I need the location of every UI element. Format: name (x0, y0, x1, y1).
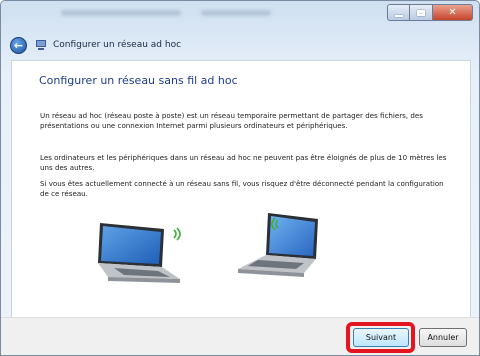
next-button-highlight (346, 322, 415, 353)
maximize-button[interactable] (410, 4, 433, 21)
wizard-title: Configurer un réseau ad hoc (53, 40, 182, 50)
navigation-bar: ← Configurer un réseau ad hoc (1, 31, 479, 59)
wizard-window: ✕ ← Configurer un réseau ad hoc Configur… (0, 0, 480, 356)
cancel-button[interactable]: Annuler (419, 328, 467, 347)
back-arrow-icon: ← (13, 38, 24, 52)
minimize-button[interactable] (387, 4, 410, 21)
wifi-signal-right-icon (271, 217, 279, 231)
window-controls: ✕ (387, 4, 473, 21)
close-icon: ✕ (448, 7, 457, 18)
close-button[interactable]: ✕ (433, 4, 473, 21)
content-panel: Configurer un réseau sans fil ad hoc Un … (11, 60, 471, 318)
description-paragraph: Un réseau ad hoc (réseau poste à poste) … (40, 111, 423, 131)
laptop-right-illustration (238, 213, 318, 277)
disconnect-warning-paragraph: Si vous êtes actuellement connecté à un … (40, 179, 444, 199)
network-icon (35, 39, 47, 51)
blurred-background-text (61, 10, 181, 16)
back-button[interactable]: ← (10, 36, 27, 54)
minimize-icon (394, 14, 403, 17)
distance-paragraph: Les ordinateurs et les périphériques dan… (40, 153, 447, 173)
title-bar[interactable]: ✕ (1, 1, 479, 31)
maximize-icon (417, 9, 425, 16)
blurred-background-text (201, 10, 271, 16)
wifi-signal-left-icon (173, 227, 181, 241)
laptop-left-illustration (98, 223, 180, 283)
page-heading: Configurer un réseau sans fil ad hoc (39, 74, 238, 87)
